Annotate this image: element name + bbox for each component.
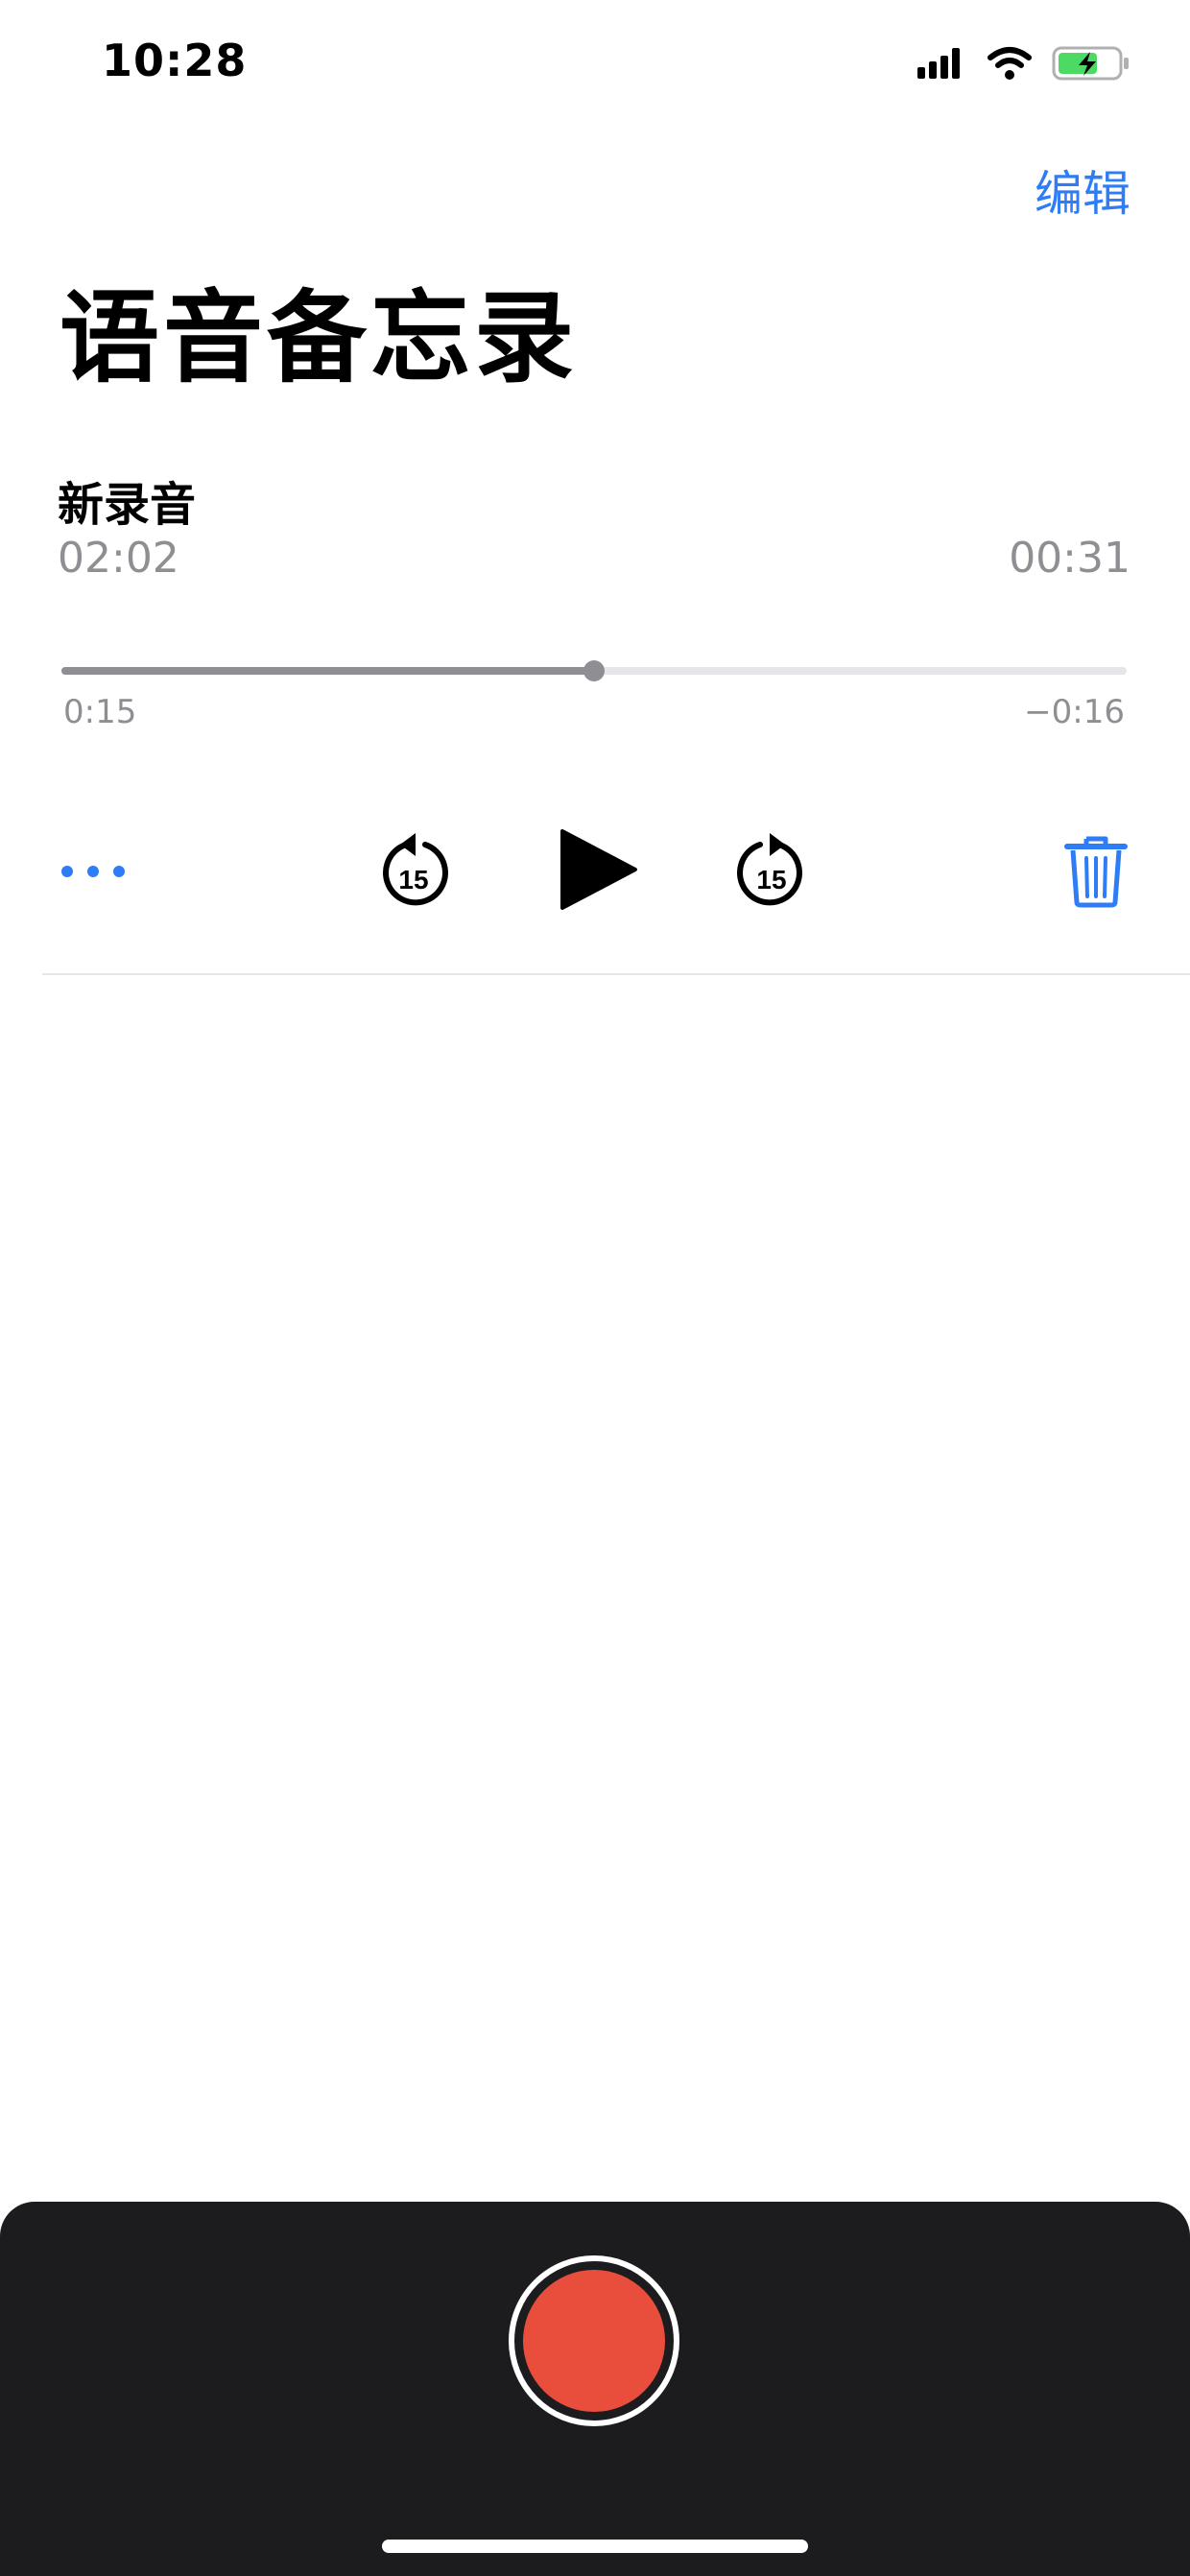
page-title: 语音备忘录: [60, 279, 579, 396]
recording-duration: 00:31: [1009, 534, 1130, 583]
record-dot-icon: [523, 2270, 665, 2412]
playback-scrubber[interactable]: [61, 660, 1127, 681]
scrubber-progress: [61, 667, 594, 675]
skip-forward-15-icon[interactable]: 15: [735, 831, 808, 912]
recording-title[interactable]: 新录音: [58, 466, 196, 534]
skip-back-15-icon[interactable]: 15: [377, 831, 450, 912]
recording-time: 02:02: [58, 534, 179, 583]
list-divider: [42, 973, 1190, 975]
home-indicator[interactable]: [382, 2540, 808, 2553]
scrubber-thumb[interactable]: [583, 660, 605, 681]
remaining-time: −0:16: [1024, 693, 1125, 731]
wifi-icon: [988, 47, 1032, 80]
battery-charging-icon: [1052, 46, 1129, 81]
more-icon[interactable]: [60, 852, 127, 891]
elapsed-time: 0:15: [63, 693, 137, 731]
trash-icon[interactable]: [1063, 835, 1129, 908]
status-icons: [917, 46, 1129, 81]
cellular-signal-icon: [917, 48, 960, 79]
edit-button[interactable]: 编辑: [1035, 155, 1130, 225]
svg-text:15: 15: [398, 865, 428, 894]
record-button[interactable]: [509, 2255, 679, 2426]
svg-text:15: 15: [756, 865, 786, 894]
status-time: 10:28: [102, 35, 248, 86]
play-icon[interactable]: [559, 827, 639, 912]
